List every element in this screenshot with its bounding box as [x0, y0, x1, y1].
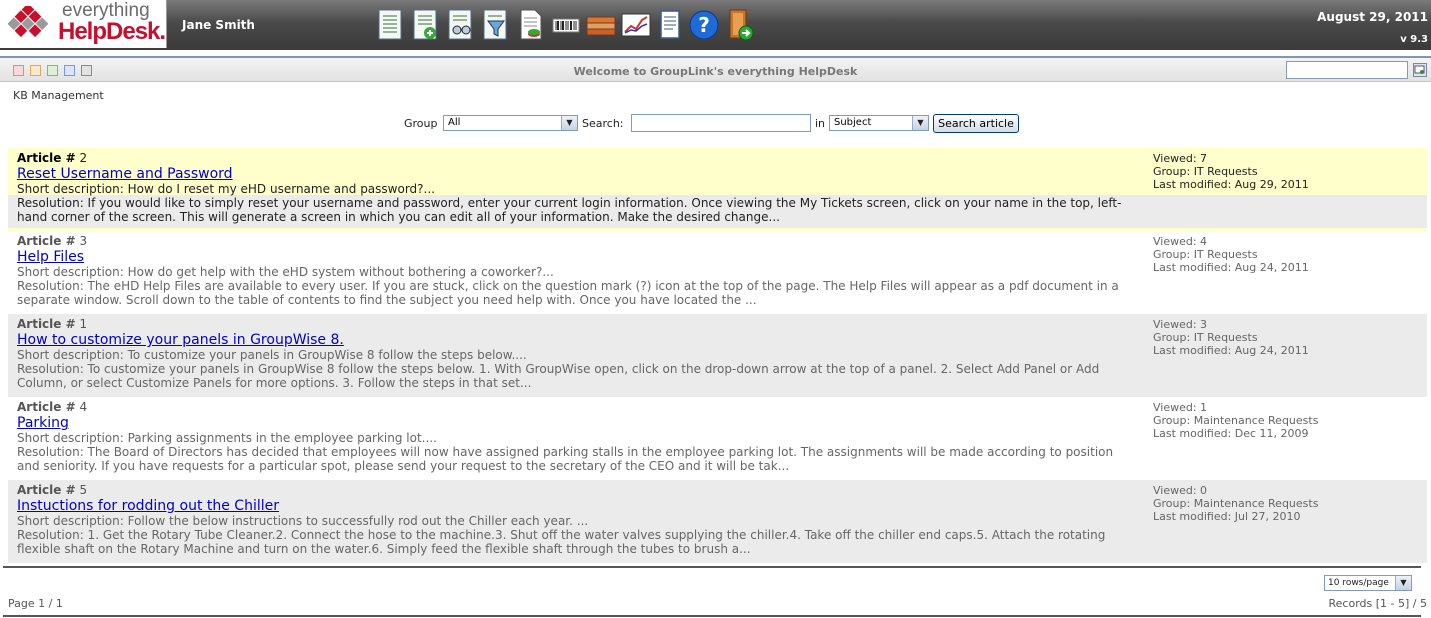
article-title-link[interactable]: Reset Username and Password — [17, 166, 233, 182]
article-title-link[interactable]: How to customize your panels in GroupWis… — [17, 332, 344, 348]
search-label: Search: — [582, 117, 624, 130]
footer-divider-bottom — [3, 615, 1421, 617]
welcome-text: Welcome to GroupLink's everything HelpDe… — [573, 65, 858, 78]
filter-icon[interactable] — [480, 8, 512, 42]
article-modified: Last modified: Aug 29, 2011 — [1153, 178, 1309, 191]
group-select-value: All — [448, 117, 461, 128]
article-resolution: Resolution: The eHD Help Files are avail… — [17, 279, 1119, 307]
article-label: Article # — [17, 483, 76, 497]
article-viewed: Viewed: 3 — [1153, 318, 1208, 331]
title-bar: Welcome to GroupLink's everything HelpDe… — [0, 56, 1431, 82]
article-title-link[interactable]: Parking — [17, 415, 69, 431]
article-meta: Viewed: 3 Group: IT Requests Last modifi… — [1153, 318, 1309, 357]
article-viewed: Viewed: 0 — [1153, 484, 1208, 497]
rows-per-page-select[interactable]: 10 rows/page ▼ — [1324, 575, 1412, 591]
article-resolution: Resolution: 1. Get the Rotary Tube Clean… — [17, 528, 1106, 556]
logo-helpdesk: HelpDesk. — [58, 18, 166, 45]
search-tickets-icon[interactable] — [445, 8, 477, 42]
footer-divider-top — [3, 566, 1421, 568]
article-modified: Last modified: Dec 11, 2009 — [1153, 427, 1309, 440]
article-modified: Last modified: Aug 24, 2011 — [1153, 261, 1309, 274]
article-viewed: Viewed: 7 — [1153, 152, 1208, 165]
article-resolution: Resolution: If you would like to simply … — [17, 196, 1122, 224]
notes-icon[interactable] — [655, 8, 687, 42]
article-meta: Viewed: 4 Group: IT Requests Last modifi… — [1153, 235, 1309, 274]
search-article-button[interactable]: Search article — [933, 114, 1019, 133]
current-date: August 29, 2011 — [1317, 10, 1428, 24]
article-label: Article # — [17, 234, 76, 248]
article-group: Group: IT Requests — [1153, 331, 1258, 344]
article-meta: Viewed: 1 Group: Maintenance Requests La… — [1153, 401, 1318, 440]
chevron-down-icon: ▼ — [912, 116, 928, 130]
article-short-description: Short description: How do I reset my eHD… — [17, 182, 435, 196]
app-header: everything HelpDesk. Jane Smith ? August… — [0, 0, 1431, 50]
logout-icon[interactable] — [725, 8, 757, 42]
ticket-list-icon[interactable] — [375, 8, 407, 42]
article-group: Group: Maintenance Requests — [1153, 497, 1319, 510]
article-group: Group: IT Requests — [1153, 248, 1258, 261]
article-viewed: Viewed: 4 — [1153, 235, 1208, 248]
group-select[interactable]: All ▼ — [443, 115, 578, 131]
article-label: Article # — [17, 317, 76, 331]
article-row: Article # 5 Instuctions for rodding out … — [8, 480, 1427, 563]
article-label: Article # — [17, 151, 76, 165]
rows-per-page-value: 10 rows/page — [1328, 578, 1389, 588]
article-number: 5 — [79, 483, 88, 497]
article-row: Article # 3 Help Files Short description… — [8, 231, 1427, 314]
user-name[interactable]: Jane Smith — [182, 18, 255, 32]
article-short-description: Short description: Follow the below inst… — [17, 514, 589, 528]
report-icon[interactable] — [515, 8, 547, 42]
assets-icon[interactable] — [585, 8, 617, 42]
group-label: Group — [404, 117, 438, 130]
article-group: Group: IT Requests — [1153, 165, 1258, 178]
page-indicator: Page 1 / 1 — [8, 597, 63, 610]
grouplink-logo-icon — [8, 6, 48, 38]
article-resolution: Resolution: To customize your panels in … — [17, 362, 1100, 390]
article-number: 3 — [79, 234, 88, 248]
article-row: Article # 4 Parking Short description: P… — [8, 397, 1427, 480]
records-count: Records [1 - 5] / 5 — [1328, 597, 1427, 610]
article-row: Article # 2 Reset Username and Password … — [8, 148, 1427, 231]
article-number: 4 — [79, 400, 88, 414]
article-viewed: Viewed: 1 — [1153, 401, 1208, 414]
article-label: Article # — [17, 400, 76, 414]
search-input[interactable] — [631, 114, 811, 132]
article-list: Article # 2 Reset Username and Password … — [8, 148, 1427, 563]
article-title-link[interactable]: Help Files — [17, 249, 84, 265]
quick-search-icon[interactable] — [1413, 63, 1427, 77]
article-modified: Last modified: Jul 27, 2010 — [1153, 510, 1301, 523]
chart-icon[interactable] — [620, 8, 652, 42]
kb-search-form: Group All ▼ Search: in Subject ▼ Search … — [0, 114, 1431, 134]
app-logo[interactable]: everything HelpDesk. — [0, 0, 167, 48]
chevron-down-icon: ▼ — [561, 116, 577, 130]
search-field-value: Subject — [834, 117, 872, 128]
article-meta: Viewed: 7 Group: IT Requests Last modifi… — [1153, 152, 1309, 191]
barcode-icon[interactable] — [550, 8, 582, 42]
chevron-down-icon: ▼ — [1395, 576, 1411, 590]
article-title-link[interactable]: Instuctions for rodding out the Chiller — [17, 498, 279, 514]
in-label: in — [815, 117, 826, 130]
svg-text:?: ? — [698, 13, 710, 37]
article-group: Group: Maintenance Requests — [1153, 414, 1319, 427]
article-short-description: Short description: To customize your pan… — [17, 348, 527, 362]
article-number: 2 — [79, 151, 88, 165]
article-resolution: Resolution: The Board of Directors has d… — [17, 445, 1114, 473]
article-row: Article # 1 How to customize your panels… — [8, 314, 1427, 397]
article-short-description: Short description: How do get help with … — [17, 265, 554, 279]
article-modified: Last modified: Aug 24, 2011 — [1153, 344, 1309, 357]
app-version: v 9.3 — [1400, 34, 1428, 45]
new-ticket-icon[interactable] — [410, 8, 442, 42]
quick-search-input[interactable] — [1286, 61, 1408, 79]
article-short-description: Short description: Parking assignments i… — [17, 431, 437, 445]
help-icon[interactable]: ? — [688, 8, 720, 42]
search-field-select[interactable]: Subject ▼ — [829, 115, 929, 131]
breadcrumb: KB Management — [13, 89, 104, 102]
article-number: 1 — [79, 317, 88, 331]
article-meta: Viewed: 0 Group: Maintenance Requests La… — [1153, 484, 1318, 523]
